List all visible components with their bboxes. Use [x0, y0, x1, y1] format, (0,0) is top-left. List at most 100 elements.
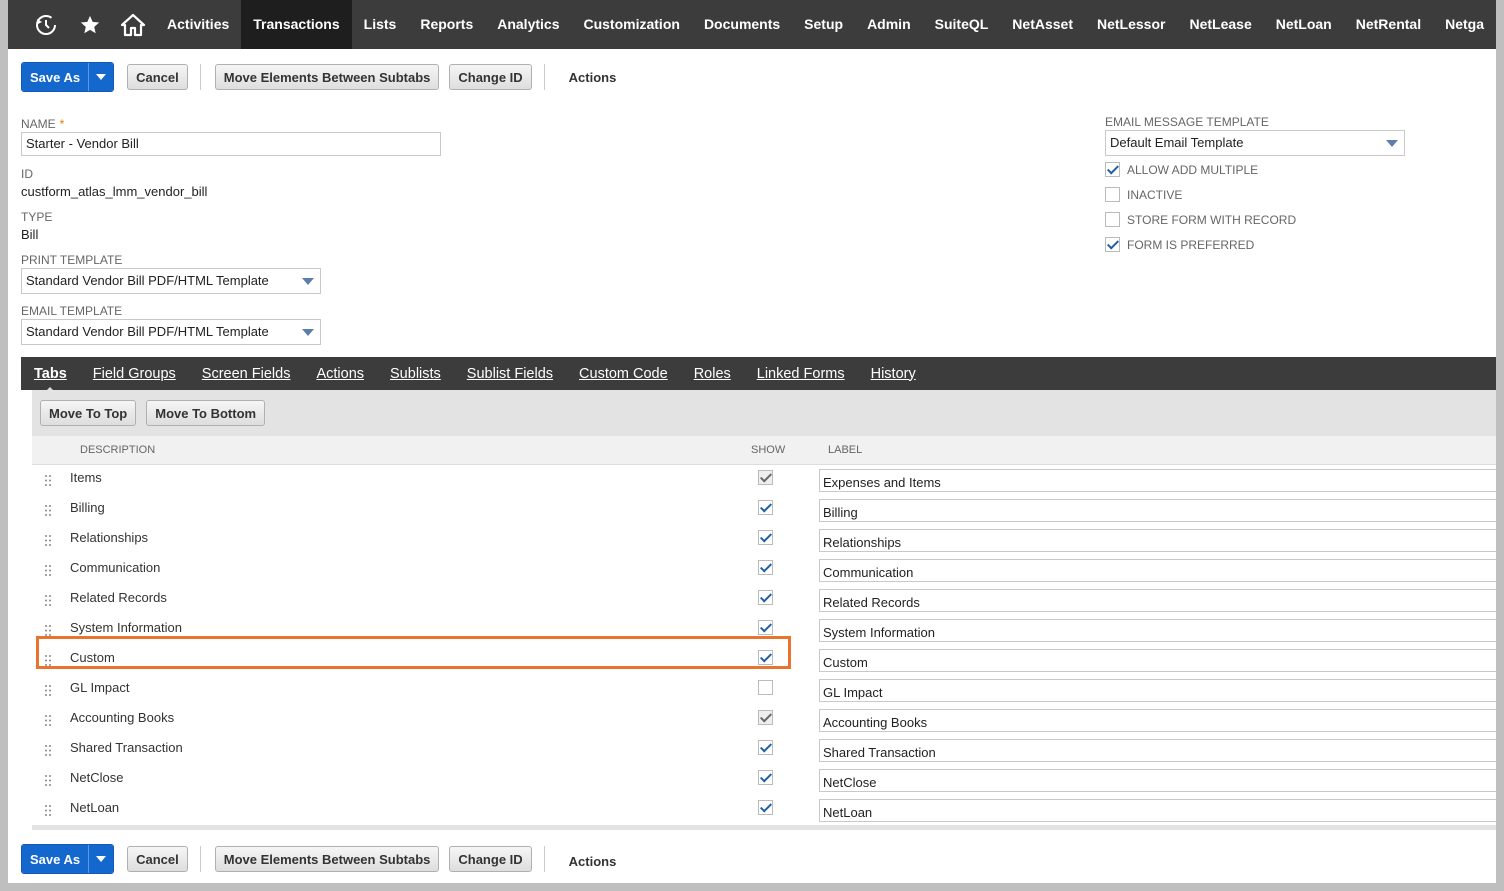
label-input[interactable]: System Information [819, 619, 1496, 642]
save-as-dropdown-icon[interactable] [88, 845, 114, 873]
star-icon[interactable] [68, 0, 112, 49]
nav-item-netrental[interactable]: NetRental [1344, 0, 1433, 49]
nav-item-documents[interactable]: Documents [692, 0, 792, 49]
drag-handle-icon[interactable] [44, 474, 52, 487]
drag-handle-icon[interactable] [44, 744, 52, 757]
subtab-custom-code[interactable]: Custom Code [579, 366, 668, 382]
label-input[interactable]: Accounting Books [819, 709, 1496, 732]
nav-item-customization[interactable]: Customization [571, 0, 691, 49]
chevron-down-icon[interactable] [302, 329, 314, 336]
table-row[interactable]: Shared Transaction Shared Transaction [32, 735, 1496, 766]
form-preferred-checkbox[interactable] [1105, 237, 1120, 252]
drag-handle-icon[interactable] [44, 804, 52, 817]
show-checkbox[interactable] [758, 500, 773, 515]
nav-item-netga[interactable]: Netga [1433, 0, 1496, 49]
print-template-select[interactable]: Standard Vendor Bill PDF/HTML Template [21, 268, 321, 294]
show-checkbox[interactable] [758, 770, 773, 785]
subtab-linked-forms[interactable]: Linked Forms [757, 366, 845, 382]
save-as-dropdown-icon[interactable] [88, 63, 114, 91]
email-message-template-select[interactable]: Default Email Template [1105, 130, 1405, 156]
table-row[interactable]: NetClose NetClose [32, 765, 1496, 796]
label-input[interactable]: Billing [819, 499, 1496, 522]
email-template-select[interactable]: Standard Vendor Bill PDF/HTML Template [21, 319, 321, 345]
table-row[interactable]: Relationships Relationships [32, 525, 1496, 556]
chevron-down-icon[interactable] [302, 278, 314, 285]
label-input[interactable]: NetClose [819, 769, 1496, 792]
save-as-label[interactable]: Save As [22, 63, 89, 91]
nav-item-admin[interactable]: Admin [855, 0, 923, 49]
nav-item-netloan[interactable]: NetLoan [1264, 0, 1344, 49]
allow-add-multiple-checkbox[interactable] [1105, 162, 1120, 177]
subtab-sublists[interactable]: Sublists [390, 366, 441, 382]
label-input[interactable]: Relationships [819, 529, 1496, 552]
drag-handle-icon[interactable] [44, 684, 52, 697]
drag-handle-icon[interactable] [44, 594, 52, 607]
move-to-top-button[interactable]: Move To Top [40, 400, 137, 426]
show-checkbox[interactable] [758, 800, 773, 815]
label-input[interactable]: Custom [819, 649, 1496, 672]
cancel-button[interactable]: Cancel [127, 846, 188, 872]
save-as-label[interactable]: Save As [22, 845, 89, 873]
actions-menu[interactable]: Actions [569, 70, 617, 85]
nav-item-transactions[interactable]: Transactions [241, 0, 352, 49]
nav-item-activities[interactable]: Activities [155, 0, 241, 49]
store-form-checkbox[interactable] [1105, 212, 1120, 227]
drag-handle-icon[interactable] [44, 534, 52, 547]
subtab-screen-fields[interactable]: Screen Fields [202, 366, 291, 382]
nav-item-netlease[interactable]: NetLease [1177, 0, 1263, 49]
subtab-history[interactable]: History [871, 366, 916, 382]
move-elements-button[interactable]: Move Elements Between Subtabs [214, 64, 440, 90]
subtab-bar: Tabs Field Groups Screen Fields Actions Subl… [21, 357, 1496, 393]
subtab-sublist-fields[interactable]: Sublist Fields [467, 366, 553, 382]
show-checkbox[interactable] [758, 590, 773, 605]
label-input[interactable]: Related Records [819, 589, 1496, 612]
nav-item-suiteql[interactable]: SuiteQL [923, 0, 1001, 49]
label-input[interactable]: GL Impact [819, 679, 1496, 702]
actions-menu[interactable]: Actions [569, 854, 617, 869]
label-input[interactable]: Communication [819, 559, 1496, 582]
email-message-template-label: EMAIL MESSAGE TEMPLATE [1105, 115, 1269, 129]
nav-item-lists[interactable]: Lists [352, 0, 409, 49]
show-checkbox[interactable] [758, 530, 773, 545]
label-input[interactable]: NetLoan [819, 799, 1496, 822]
label-input[interactable]: Shared Transaction [819, 739, 1496, 762]
show-checkbox[interactable] [758, 560, 773, 575]
move-to-bottom-button[interactable]: Move To Bottom [146, 400, 266, 426]
save-as-button[interactable]: Save As [21, 62, 115, 92]
label-input[interactable]: Expenses and Items [819, 469, 1496, 492]
subtab-tabs[interactable]: Tabs [34, 366, 67, 393]
subtab-actions[interactable]: Actions [316, 366, 364, 382]
show-checkbox[interactable] [758, 740, 773, 755]
save-as-button[interactable]: Save As [21, 844, 115, 874]
table-row[interactable]: Communication Communication [32, 555, 1496, 586]
table-row[interactable]: Accounting Books Accounting Books [32, 705, 1496, 736]
drag-handle-icon[interactable] [44, 504, 52, 517]
nav-item-reports[interactable]: Reports [408, 0, 485, 49]
inactive-checkbox[interactable] [1105, 187, 1120, 202]
drag-handle-icon[interactable] [44, 714, 52, 727]
recent-icon[interactable] [24, 0, 68, 49]
grid-header: DESCRIPTION SHOW LABEL [32, 436, 1496, 465]
subtab-field-groups[interactable]: Field Groups [93, 366, 176, 382]
table-row[interactable]: Items Expenses and Items [32, 465, 1496, 496]
drag-handle-icon[interactable] [44, 564, 52, 577]
nav-item-netlessor[interactable]: NetLessor [1085, 0, 1177, 49]
table-row[interactable]: NetLoan NetLoan [32, 795, 1496, 826]
table-row[interactable]: Related Records Related Records [32, 585, 1496, 616]
show-checkbox[interactable] [758, 680, 773, 695]
home-icon[interactable] [111, 0, 155, 49]
move-elements-button[interactable]: Move Elements Between Subtabs [214, 846, 440, 872]
nav-item-netasset[interactable]: NetAsset [1000, 0, 1085, 49]
cancel-button[interactable]: Cancel [127, 64, 188, 90]
nav-item-analytics[interactable]: Analytics [485, 0, 571, 49]
change-id-button[interactable]: Change ID [449, 64, 532, 90]
drag-handle-icon[interactable] [44, 774, 52, 787]
table-row[interactable]: GL Impact GL Impact [32, 675, 1496, 706]
change-id-button[interactable]: Change ID [449, 846, 532, 872]
table-row[interactable]: Billing Billing [32, 495, 1496, 526]
name-input[interactable]: Starter - Vendor Bill [21, 132, 441, 156]
nav-item-setup[interactable]: Setup [792, 0, 855, 49]
chevron-down-icon[interactable] [1386, 140, 1398, 147]
show-checkbox[interactable] [758, 620, 773, 635]
subtab-roles[interactable]: Roles [694, 366, 731, 382]
